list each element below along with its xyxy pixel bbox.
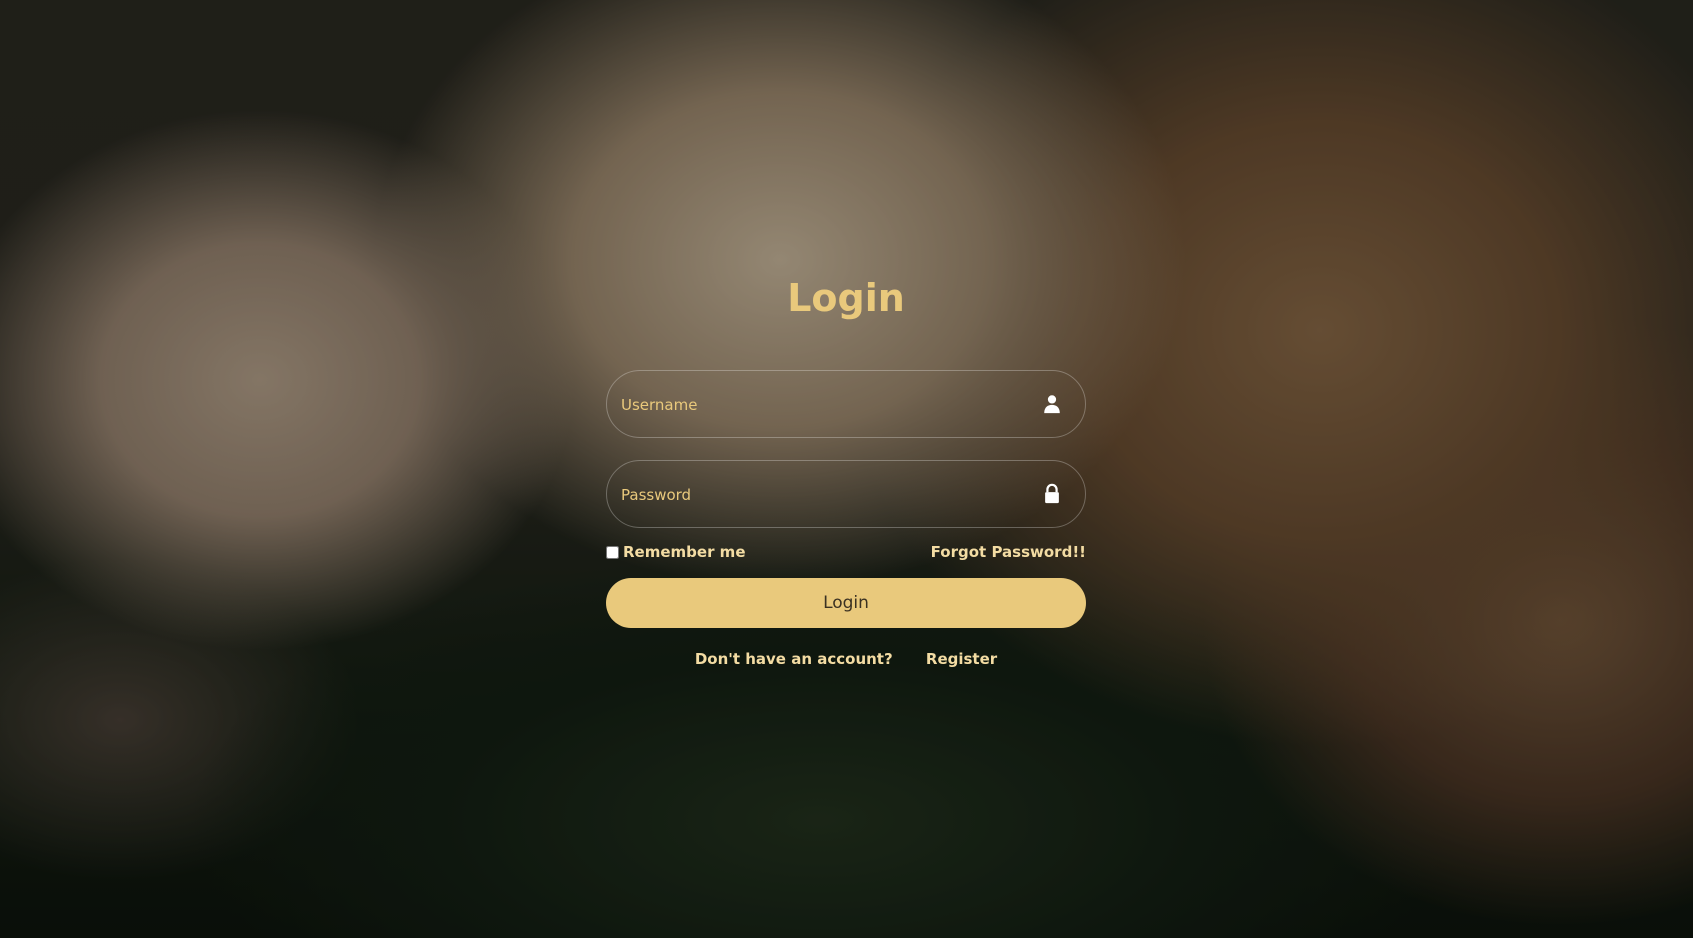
user-icon (1044, 395, 1060, 414)
lock-icon (1045, 483, 1059, 504)
options-row: Remember me Forgot Password!! (606, 538, 1086, 566)
page-title: Login (787, 276, 905, 320)
remember-checkbox[interactable] (606, 545, 619, 559)
register-row: Don't have an account? Register (606, 650, 1086, 668)
no-account-text: Don't have an account? (694, 650, 893, 668)
password-field[interactable] (606, 460, 1086, 529)
remember-me[interactable]: Remember me (606, 543, 746, 561)
password-input[interactable] (619, 461, 1023, 529)
remember-label: Remember me (623, 543, 746, 561)
register-link[interactable]: Register (926, 650, 997, 668)
username-field[interactable] (606, 370, 1086, 439)
username-input[interactable] (619, 371, 1023, 439)
forgot-password-link[interactable]: Forgot Password!! (931, 543, 1086, 561)
login-button[interactable]: Login (606, 578, 1086, 628)
login-form: Login Remember me Forgot Password!! Logi… (606, 270, 1086, 668)
